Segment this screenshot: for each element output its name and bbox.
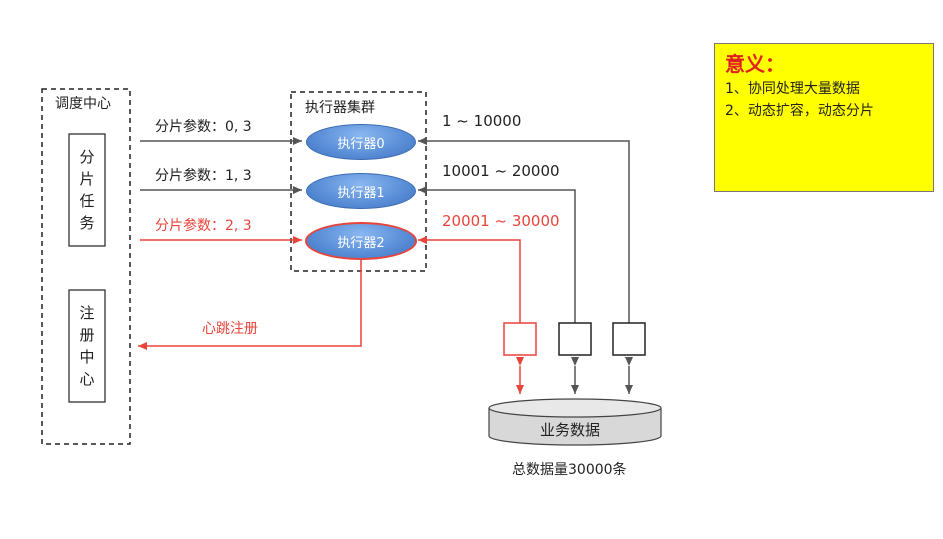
scheduler-title: 调度中心 xyxy=(55,96,111,112)
shard-task-label: 分 片 任 务 xyxy=(79,148,95,232)
executor-1: 执行器1 xyxy=(306,173,416,209)
cluster-title: 执行器集群 xyxy=(305,100,375,116)
range-label-0: 1 ~ 10000 xyxy=(442,112,522,130)
data-block-2 xyxy=(503,322,537,356)
data-block-0 xyxy=(612,322,646,356)
range-connector-2 xyxy=(418,236,521,323)
param-label-1: 分片参数：1, 3 xyxy=(155,168,252,184)
register-center-label: 注 册 中 心 xyxy=(79,304,95,388)
meaning-note: 意义： 1、协同处理大量数据 2、动态扩容，动态分片 xyxy=(714,43,934,192)
database-total: 总数据量30000条 xyxy=(512,462,627,478)
heartbeat-label: 心跳注册 xyxy=(202,321,258,337)
executor-0: 执行器0 xyxy=(306,124,416,160)
meaning-title: 意义： xyxy=(725,52,785,76)
param-label-2: 分片参数：2, 3 xyxy=(155,218,252,234)
executor-2: 执行器2 xyxy=(305,222,417,260)
executor-1-label: 执行器1 xyxy=(337,185,385,201)
data-block-1 xyxy=(558,322,592,356)
range-label-2: 20001 ~ 30000 xyxy=(442,212,560,230)
database-label: 业务数据 xyxy=(540,421,601,439)
range-label-1: 10001 ~ 20000 xyxy=(442,162,560,180)
meaning-item-1: 1、协同处理大量数据 xyxy=(725,81,860,97)
executor-0-label: 执行器0 xyxy=(337,136,385,152)
param-label-0: 分片参数：0, 3 xyxy=(155,119,252,135)
meaning-item-2: 2、动态扩容，动态分片 xyxy=(725,103,874,119)
executor-2-label: 执行器2 xyxy=(337,235,385,251)
range-connector-1 xyxy=(418,186,576,323)
